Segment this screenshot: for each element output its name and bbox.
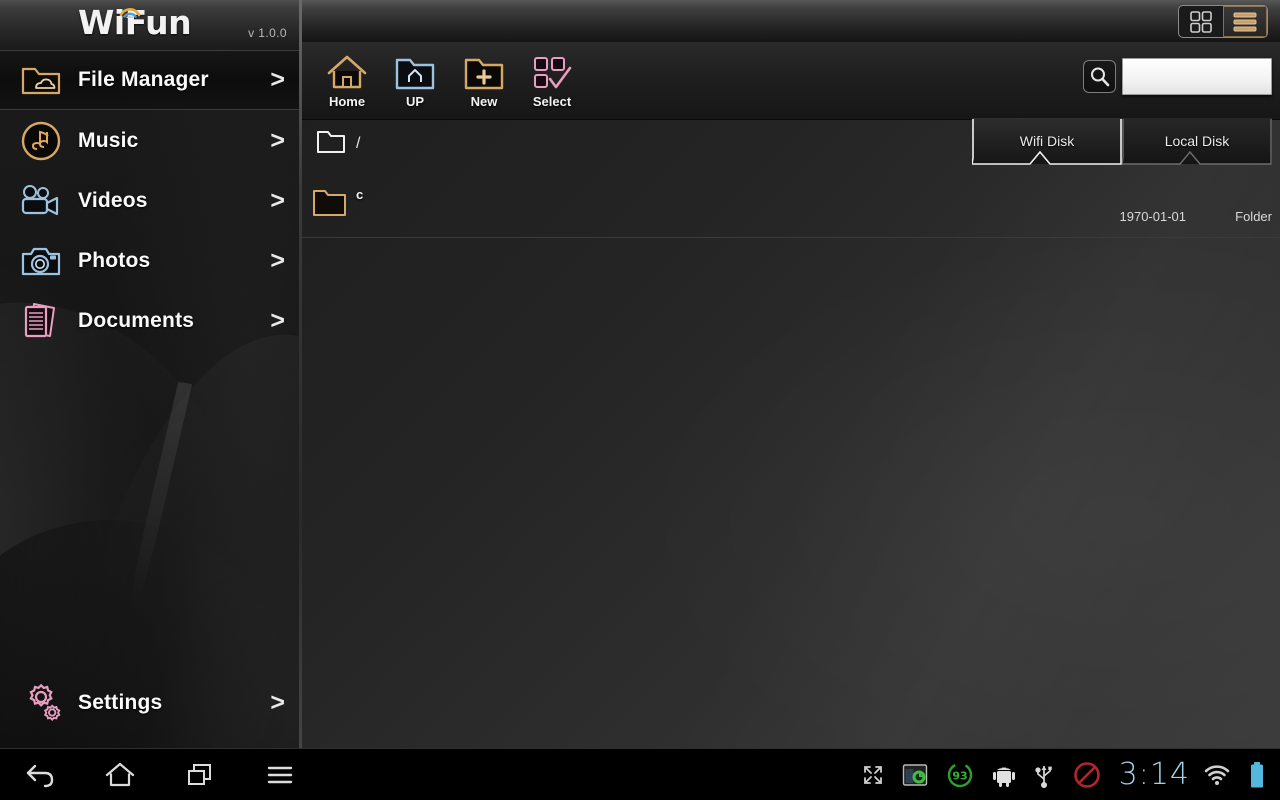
- window-top-strip: [302, 0, 1280, 42]
- folder-open-icon: [316, 129, 350, 160]
- sidebar-item-music[interactable]: Music >: [0, 111, 299, 171]
- breadcrumb[interactable]: /: [316, 128, 360, 160]
- camera-icon: [18, 239, 64, 283]
- screenshot-icon[interactable]: [902, 763, 928, 787]
- search-input[interactable]: [1122, 58, 1272, 95]
- view-mode-toggle[interactable]: [1178, 5, 1268, 38]
- sidebar-item-label: File Manager: [78, 68, 209, 91]
- grid-view-icon[interactable]: [1179, 6, 1223, 37]
- breadcrumb-path: /: [356, 135, 361, 152]
- select-check-icon: [531, 48, 573, 92]
- sidebar-item-videos[interactable]: Videos >: [0, 171, 299, 231]
- sidebar-item-label: Videos: [78, 189, 148, 212]
- sidebar-item-file-manager[interactable]: File Manager >: [0, 50, 299, 110]
- sidebar-item-settings[interactable]: Settings >: [0, 673, 299, 733]
- tab-wifi-disk[interactable]: Wifi Disk: [972, 118, 1122, 165]
- file-type: Folder: [1235, 209, 1272, 224]
- cpu-meter-icon[interactable]: 93: [946, 761, 974, 789]
- table-row[interactable]: c 1970-01-01 Folder: [302, 176, 1280, 238]
- usb-icon[interactable]: [1034, 762, 1054, 788]
- chevron-right-icon: >: [270, 65, 285, 94]
- mute-icon[interactable]: [1072, 760, 1102, 790]
- file-toolbar: Home UP New Select: [302, 42, 1280, 120]
- up-button[interactable]: UP: [379, 48, 451, 116]
- toolbar-label: UP: [405, 94, 425, 109]
- toolbar-label: Select: [532, 94, 572, 109]
- status-tray: 93 3:14: [853, 749, 1274, 800]
- toolbar-label: Home: [328, 94, 366, 109]
- file-list: c 1970-01-01 Folder: [302, 176, 1280, 238]
- sidebar-item-label: Photos: [78, 249, 151, 272]
- sidebar-wallpaper-shape: [121, 381, 193, 629]
- search-icon[interactable]: [1083, 60, 1116, 93]
- toolbar-label: New: [470, 94, 498, 109]
- folder-up-icon: [393, 48, 437, 92]
- disk-tab-group: Wifi Disk Local Disk: [972, 118, 1272, 168]
- wifun-app-window: WiFun v 1.0.0 File Manager > Music > Vid…: [0, 0, 1280, 800]
- recents-icon[interactable]: [160, 749, 240, 800]
- sidebar-item-label: Settings: [78, 691, 163, 714]
- list-view-icon[interactable]: [1223, 6, 1267, 37]
- chevron-right-icon: >: [270, 126, 285, 155]
- select-button[interactable]: Select: [516, 48, 588, 116]
- folder-icon: [312, 188, 350, 223]
- sidebar-item-label: Documents: [78, 309, 195, 332]
- menu-icon[interactable]: [240, 749, 320, 800]
- gears-icon: [18, 681, 64, 725]
- documents-icon: [18, 299, 64, 343]
- chevron-right-icon: >: [270, 186, 285, 215]
- app-version-label: v 1.0.0: [248, 26, 287, 40]
- wifi-arc-icon: [119, 8, 141, 18]
- battery-icon[interactable]: [1249, 761, 1265, 789]
- search-area: [1083, 58, 1272, 95]
- folder-new-icon: [462, 48, 506, 92]
- camcorder-icon: [18, 179, 64, 223]
- file-name: c: [356, 187, 364, 202]
- tab-label: Local Disk: [1164, 133, 1230, 149]
- music-note-icon: [18, 119, 64, 163]
- tab-label: Wifi Disk: [1019, 133, 1075, 149]
- sidebar-item-label: Music: [78, 129, 139, 152]
- chevron-right-icon: >: [270, 306, 285, 335]
- back-icon[interactable]: [0, 749, 80, 800]
- sidebar-item-documents[interactable]: Documents >: [0, 291, 299, 351]
- android-system-bar: 93 3:14: [0, 748, 1280, 800]
- chevron-right-icon: >: [270, 246, 285, 275]
- new-folder-button[interactable]: New: [448, 48, 520, 116]
- home-icon[interactable]: [80, 749, 160, 800]
- home-button[interactable]: Home: [311, 48, 383, 116]
- android-icon[interactable]: [992, 762, 1016, 788]
- main-content-panel: Home UP New Select / Wifi Disk Local Dis…: [302, 0, 1280, 748]
- fullscreen-icon[interactable]: [862, 764, 884, 786]
- app-logo: WiFun: [78, 2, 192, 46]
- navigation-buttons: [0, 749, 320, 800]
- tab-local-disk[interactable]: Local Disk: [1122, 118, 1272, 165]
- clock: 3:14: [1118, 757, 1190, 792]
- sidebar: WiFun v 1.0.0 File Manager > Music > Vid…: [0, 0, 302, 748]
- sidebar-item-photos[interactable]: Photos >: [0, 231, 299, 291]
- wifi-icon[interactable]: [1203, 763, 1231, 787]
- chevron-right-icon: >: [270, 688, 285, 717]
- app-logo-bar: WiFun v 1.0.0: [0, 0, 299, 48]
- file-date: 1970-01-01: [1119, 209, 1187, 224]
- home-icon: [325, 48, 369, 92]
- folder-cloud-icon: [18, 58, 64, 102]
- cpu-meter-value: 93: [952, 770, 967, 783]
